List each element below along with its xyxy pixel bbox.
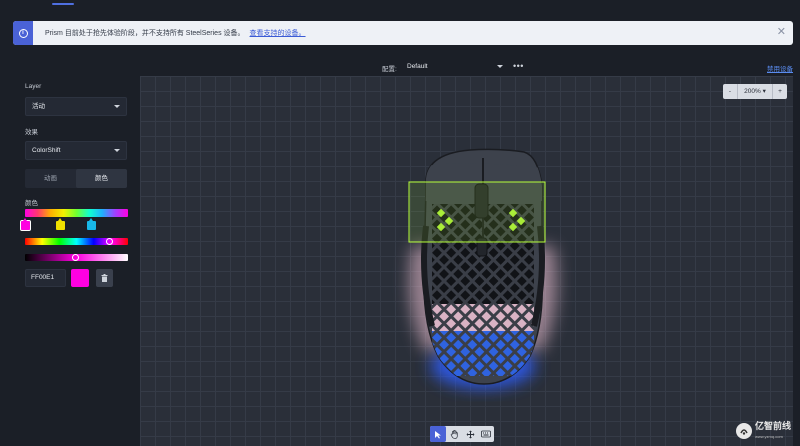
watermark-title: 亿智前线 [755, 420, 792, 431]
effect-tabs: 动画 颜色 [25, 169, 127, 188]
gradient-stop-1[interactable] [56, 218, 66, 230]
config-bar: 配置: Default ••• 禁用设备 [140, 58, 793, 76]
watermark-subtitle: www.yzmq.com [755, 433, 783, 439]
close-icon[interactable]: ✕ [777, 27, 786, 38]
layer-select-value: 活动 [32, 103, 45, 110]
zoom-in-button[interactable]: + [773, 88, 787, 95]
mouse-preview [408, 148, 558, 388]
info-icon: i [18, 28, 28, 38]
canvas-toolbar [430, 426, 494, 442]
top-bar [0, 0, 800, 14]
gradient-stop-0[interactable] [20, 218, 31, 231]
layer-label: Layer [25, 83, 42, 90]
trash-icon [101, 274, 108, 282]
hue-slider-knob[interactable] [105, 238, 113, 245]
selected-zone-box[interactable] [408, 181, 546, 243]
saturation-slider[interactable] [25, 254, 128, 261]
config-select-value: Default [407, 63, 428, 70]
early-access-banner: i Prism 目前处于抢先体验阶段，并不支持所有 SteelSeries 设备… [13, 21, 793, 45]
watermark-logo-icon [736, 423, 752, 439]
disable-device-link[interactable]: 禁用设备 [767, 63, 793, 73]
effect-sidebar: Layer 活动 效果 ColorShift 动画 颜色 颜色 FF00E1 [13, 58, 140, 446]
effect-select-value: ColorShift [32, 147, 61, 154]
move-tool-button[interactable] [462, 426, 478, 442]
watermark-text: 亿智前线 www.yzmq.com [755, 420, 792, 441]
zoom-control: - 200% ▾ + [723, 84, 787, 99]
device-canvas[interactable] [140, 76, 793, 446]
chevron-down-icon [114, 105, 120, 108]
gradient-preview[interactable] [25, 209, 128, 217]
zoom-out-button[interactable]: - [723, 88, 737, 95]
chevron-down-icon [114, 149, 120, 152]
zoom-level-select[interactable]: 200% ▾ [737, 84, 773, 99]
color-label: 颜色 [25, 200, 38, 207]
tab-color[interactable]: 颜色 [76, 169, 127, 188]
cursor-icon [434, 430, 441, 438]
layer-select[interactable]: 活动 [25, 97, 127, 116]
hand-icon [450, 429, 458, 439]
chevron-down-icon [497, 65, 503, 68]
keyboard-tool-button[interactable] [478, 426, 494, 442]
hex-input[interactable]: FF00E1 [25, 269, 66, 287]
more-options-icon[interactable]: ••• [513, 61, 524, 71]
keyboard-icon [481, 430, 491, 438]
zoom-level-value: 200% [744, 88, 761, 95]
effect-select[interactable]: ColorShift [25, 141, 127, 160]
active-nav-indicator [52, 3, 74, 5]
hue-slider[interactable] [25, 238, 128, 245]
banner-message: Prism 目前处于抢先体验阶段，并不支持所有 SteelSeries 设备。 [45, 30, 245, 37]
move-icon [466, 430, 474, 438]
pan-tool-button[interactable] [446, 426, 462, 442]
supported-devices-link[interactable]: 查看支持的设备。 [250, 28, 306, 38]
effect-label: 效果 [25, 129, 38, 136]
config-select[interactable]: Default [402, 60, 507, 74]
site-watermark: 亿智前线 www.yzmq.com [736, 420, 796, 442]
tab-animation[interactable]: 动画 [25, 169, 76, 188]
gradient-stop-2[interactable] [87, 218, 97, 230]
info-icon-box: i [13, 21, 33, 45]
saturation-slider-knob[interactable] [71, 254, 79, 261]
select-tool-button[interactable] [430, 426, 446, 442]
delete-stop-button[interactable] [96, 269, 113, 287]
config-label: 配置: [382, 66, 397, 73]
current-color-swatch[interactable] [71, 269, 89, 287]
